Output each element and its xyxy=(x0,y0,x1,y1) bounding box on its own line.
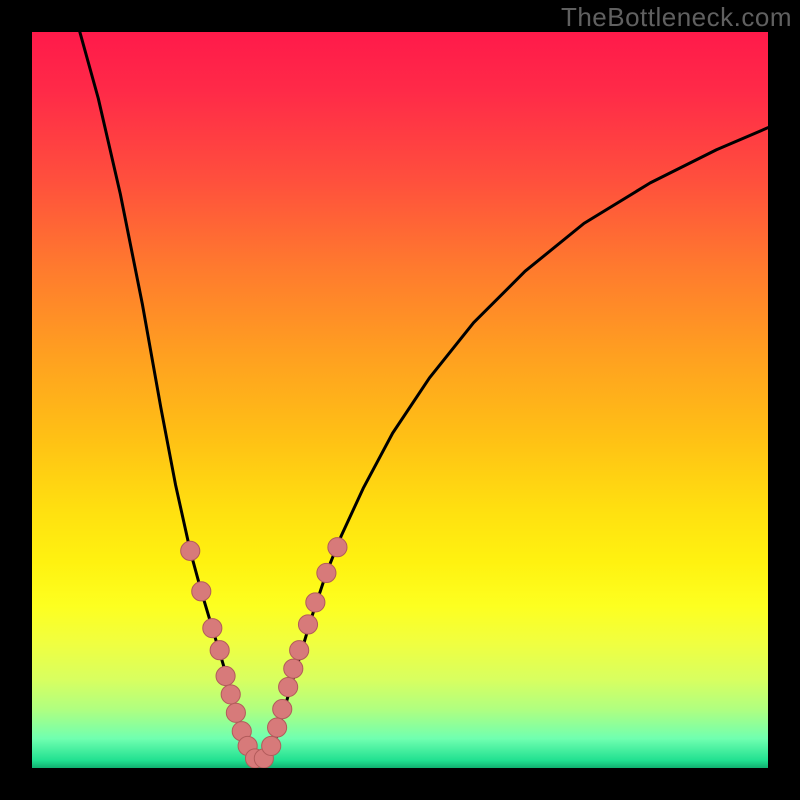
data-point-dot xyxy=(328,538,347,557)
data-point-dot xyxy=(216,666,235,685)
data-point-dot xyxy=(298,615,317,634)
data-point-dot xyxy=(192,582,211,601)
curve-layer xyxy=(32,32,768,768)
data-point-dot xyxy=(273,700,292,719)
data-point-dot xyxy=(210,641,229,660)
data-point-dot xyxy=(306,593,325,612)
data-point-dot xyxy=(317,563,336,582)
data-point-dot xyxy=(290,641,309,660)
data-point-dot xyxy=(203,619,222,638)
data-point-dot xyxy=(181,541,200,560)
watermark-text: TheBottleneck.com xyxy=(561,2,792,33)
data-point-dot xyxy=(268,718,287,737)
chart-plot-area xyxy=(32,32,768,768)
data-point-dot xyxy=(226,703,245,722)
data-point-dot xyxy=(221,685,240,704)
data-point-dot xyxy=(284,659,303,678)
bottleneck-curve xyxy=(80,32,768,764)
data-point-dot xyxy=(262,736,281,755)
data-point-dot xyxy=(279,677,298,696)
